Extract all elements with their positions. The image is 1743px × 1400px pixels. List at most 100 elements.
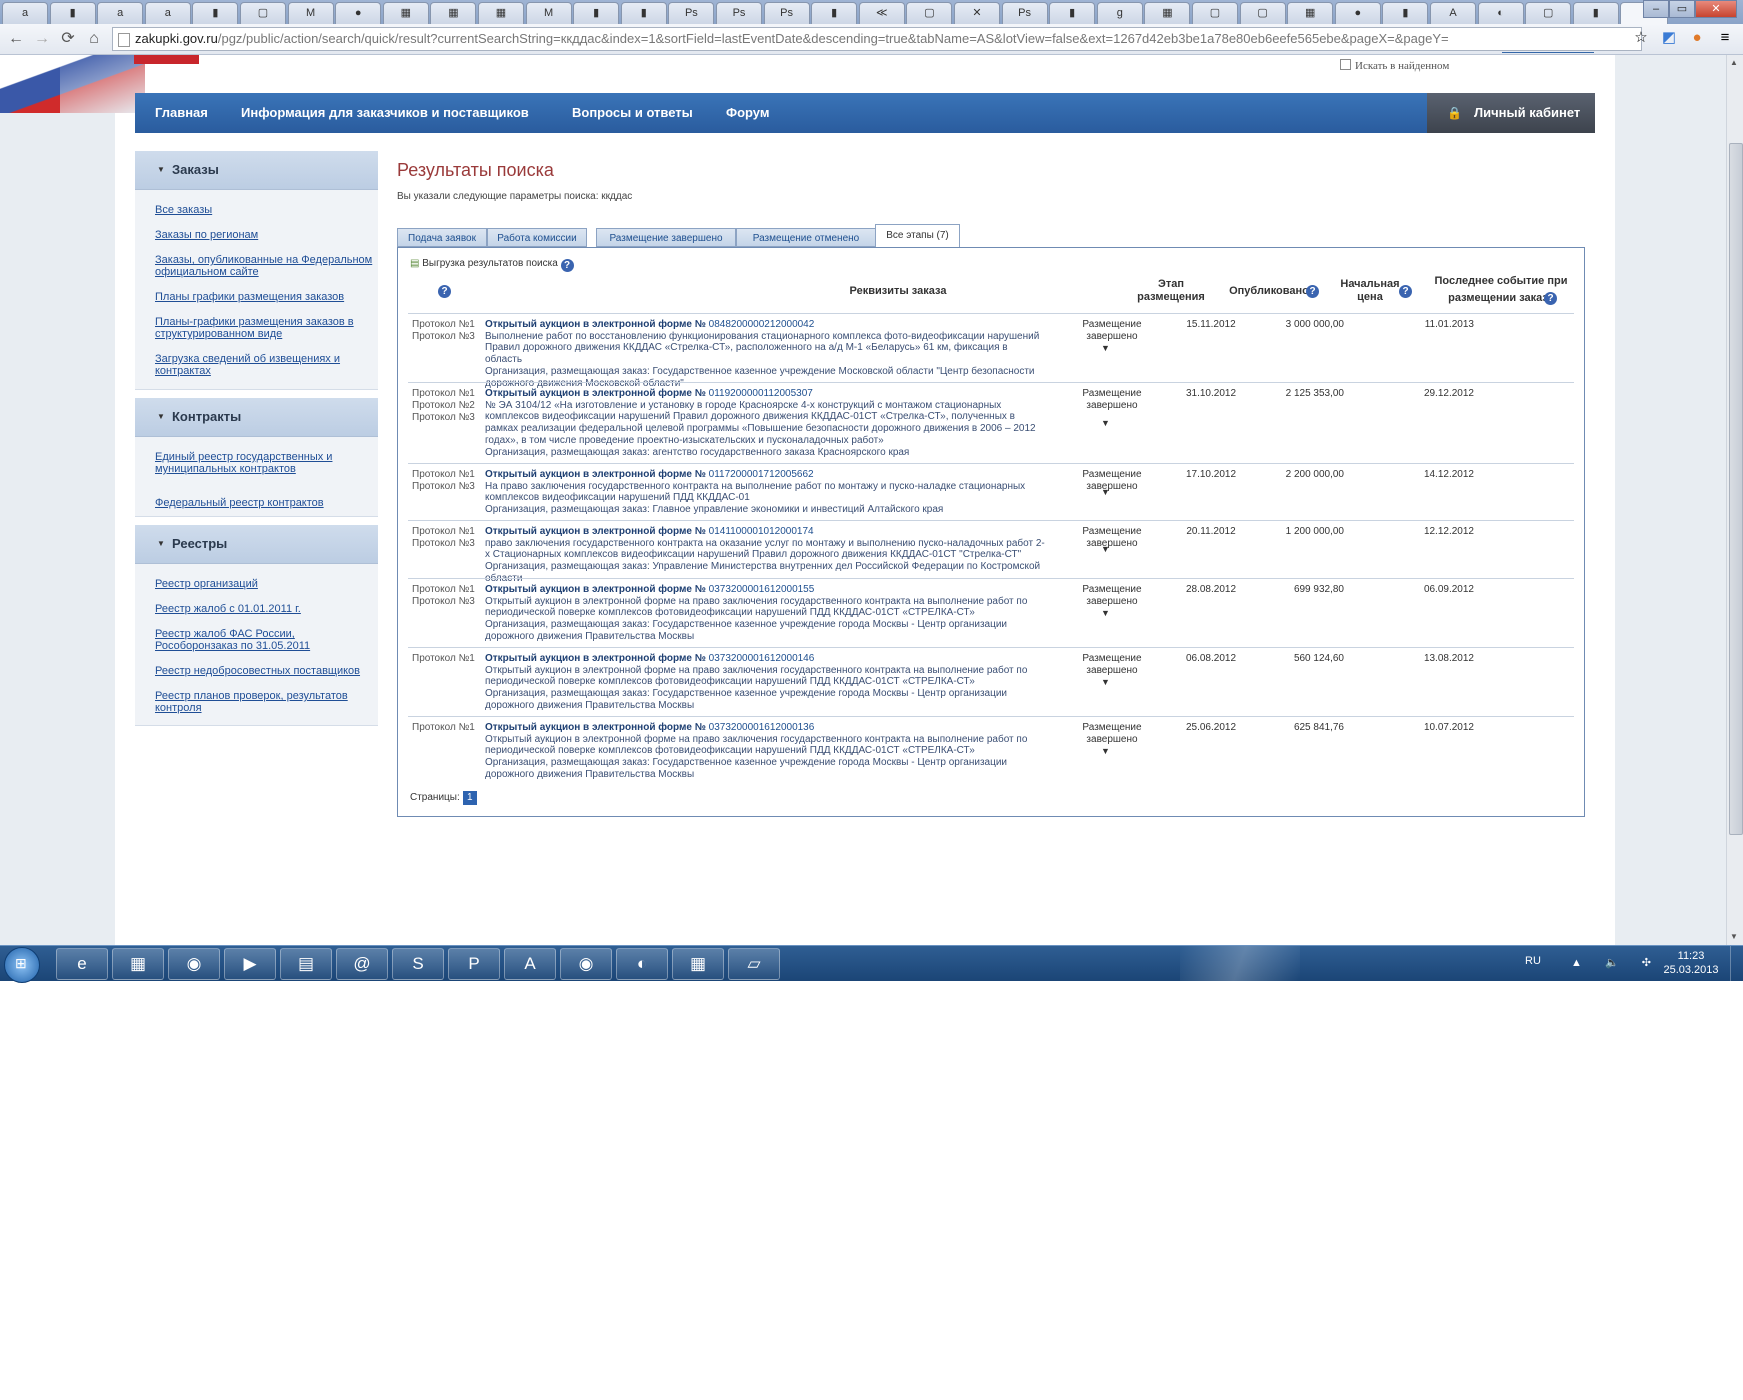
internet-explorer-icon[interactable]: e <box>56 948 108 980</box>
lot-link[interactable]: Открытый аукцион в электронной форме № 0… <box>485 584 1045 596</box>
browser-tab[interactable]: ▢ <box>1239 2 1286 24</box>
sidebar-link-fas-complaints-registry[interactable]: Реестр жалоб ФАС России, Рособоронзаказ … <box>155 628 377 652</box>
browser-tab[interactable]: Ps <box>668 2 715 24</box>
acrobat-icon[interactable]: A <box>504 948 556 980</box>
browser-tab[interactable]: ▮ <box>811 2 858 24</box>
browser-tab[interactable]: Ps <box>716 2 762 24</box>
browser-tab[interactable]: ▢ <box>1525 2 1572 24</box>
sidebar-orders-header[interactable]: ▼ Заказы <box>135 151 378 190</box>
sidebar-link-federal-orders[interactable]: Заказы, опубликованные на Федеральном оф… <box>155 254 377 278</box>
minimize-button[interactable]: – <box>1643 0 1669 18</box>
protocol-link[interactable]: Протокол №3 <box>412 481 475 493</box>
sidebar-link-upload-notices[interactable]: Загрузка сведений об извещениях и контра… <box>155 353 377 377</box>
help-icon[interactable]: ? <box>438 285 451 298</box>
sidebar-link-inspection-plans-registry[interactable]: Реестр планов проверок, результатов конт… <box>155 690 377 714</box>
protocol-link[interactable]: Протокол №1 <box>412 584 475 596</box>
browser-tab[interactable]: ● <box>1334 2 1381 24</box>
help-icon[interactable]: ? <box>1306 285 1319 298</box>
browser-tab[interactable]: ▦ <box>430 2 477 24</box>
browser-tab[interactable]: ▦ <box>1287 2 1334 24</box>
browser-tab[interactable]: ▮ <box>49 2 96 24</box>
orange-app-icon[interactable]: ◉ <box>560 948 612 980</box>
browser-tab[interactable]: ▢ <box>906 2 953 24</box>
protocol-link[interactable]: Протокол №3 <box>412 412 475 424</box>
page-number-button[interactable]: 1 <box>462 791 477 805</box>
browser-tab[interactable]: M <box>287 2 334 24</box>
browser-tab[interactable]: A <box>1430 2 1476 24</box>
personal-cabinet-button[interactable]: 🔒 Личный кабинет <box>1427 93 1595 133</box>
protocol-link[interactable]: Протокол №1 <box>412 319 475 331</box>
protocol-link[interactable]: Протокол №1 <box>412 722 475 734</box>
tab-cancelled[interactable]: Размещение отменено <box>736 228 876 247</box>
expand-chevron-icon[interactable]: ▼ <box>1101 746 1110 756</box>
site-logo[interactable] <box>134 55 199 64</box>
search-in-found-checkbox[interactable] <box>1340 59 1351 70</box>
menu-info[interactable]: Информация для заказчиков и поставщиков <box>241 93 529 133</box>
browser-tab[interactable]: ▮ <box>192 2 239 24</box>
browser-tab[interactable]: ▮ <box>1382 2 1429 24</box>
sidebar-contracts-header[interactable]: ▼ Контракты <box>135 398 378 437</box>
column-published[interactable]: Опубликовано <box>1224 285 1314 297</box>
expand-chevron-icon[interactable]: ▼ <box>1101 418 1110 428</box>
skype-icon[interactable]: S <box>392 948 444 980</box>
browser-tab[interactable]: ▦ <box>478 2 524 24</box>
help-icon[interactable]: ? <box>1399 285 1412 298</box>
reload-icon[interactable]: ⟳ <box>58 29 78 49</box>
mail-agent-icon[interactable]: @ <box>336 948 388 980</box>
home-icon[interactable]: ⌂ <box>84 29 104 49</box>
export-results-link[interactable]: ▤ Выгрузка результатов поиска ? <box>410 258 574 272</box>
tab-all-stages[interactable]: Все этапы (7) <box>875 224 960 249</box>
window-app-icon[interactable]: ▱ <box>728 948 780 980</box>
protocol-link[interactable]: Протокол №2 <box>412 400 475 412</box>
browser-tab[interactable]: ▦ <box>1144 2 1191 24</box>
browser-tab[interactable]: ▮ <box>1572 2 1619 24</box>
sidebar-link-federal-contract-registry[interactable]: Федеральный реестр контрактов <box>155 497 377 509</box>
show-desktop-button[interactable] <box>1730 946 1743 981</box>
media-app-icon[interactable]: ▦ <box>112 948 164 980</box>
browser-tab[interactable]: ✕ <box>954 2 1000 24</box>
sidebar-link-organizations-registry[interactable]: Реестр организаций <box>155 578 377 590</box>
browser-tab[interactable]: ≪ <box>858 2 905 24</box>
sidebar-link-unfair-suppliers-registry[interactable]: Реестр недобросовестных поставщиков <box>155 665 377 677</box>
scroll-up-arrow-icon[interactable]: ▲ <box>1730 58 1738 67</box>
sidebar-link-all-orders[interactable]: Все заказы <box>155 204 377 216</box>
protocol-link[interactable]: Протокол №1 <box>412 388 475 400</box>
file-explorer-icon[interactable]: ▤ <box>280 948 332 980</box>
browser-tab[interactable]: ▢ <box>1192 2 1238 24</box>
media-player-icon[interactable]: ▶ <box>224 948 276 980</box>
sidebar-link-unified-contract-registry[interactable]: Единый реестр государственных и муниципа… <box>155 451 377 475</box>
search-in-found-option[interactable]: Искать в найденном <box>1340 59 1449 72</box>
browser-tab[interactable]: ▦ <box>382 2 429 24</box>
protocol-link[interactable]: Протокол №3 <box>412 596 475 608</box>
clock[interactable]: 11:23 25.03.2013 <box>1653 949 1729 977</box>
browser-tab[interactable]: Ps <box>763 2 810 24</box>
browser-tab[interactable]: Ps <box>1001 2 1048 24</box>
sidebar-link-complaints-registry[interactable]: Реестр жалоб с 01.01.2011 г. <box>155 603 377 615</box>
browser-tab[interactable]: ▮ <box>620 2 667 24</box>
sidebar-registries-header[interactable]: ▼ Реестры <box>135 525 378 564</box>
protocol-link[interactable]: Протокол №3 <box>412 538 475 550</box>
browser-tab[interactable]: g <box>1096 2 1143 24</box>
browser-tab[interactable]: ▮ <box>1049 2 1096 24</box>
expand-chevron-icon[interactable]: ▼ <box>1101 608 1110 618</box>
protocol-link[interactable]: Протокол №1 <box>412 526 475 538</box>
menu-faq[interactable]: Вопросы и ответы <box>572 93 693 133</box>
translate-icon[interactable]: ◩ <box>1659 28 1679 48</box>
lot-link[interactable]: Открытый аукцион в электронной форме № 0… <box>485 469 1045 481</box>
maximize-button[interactable]: ▭ <box>1669 0 1695 18</box>
browser-tab[interactable]: a <box>2 2 48 24</box>
browser-tab[interactable]: a <box>97 2 144 24</box>
network-app-icon[interactable]: ◐ <box>616 948 668 980</box>
lot-link[interactable]: Открытый аукцион в электронной форме № 0… <box>485 388 1045 400</box>
close-window-button[interactable]: ✕ <box>1695 0 1737 18</box>
expand-chevron-icon[interactable]: ▼ <box>1101 343 1110 353</box>
protocol-link[interactable]: Протокол №1 <box>412 469 475 481</box>
sidebar-link-order-plans[interactable]: Планы графики размещения заказов <box>155 291 377 303</box>
address-bar[interactable]: zakupki.gov.ru/pgz/public/action/search/… <box>112 27 1642 51</box>
help-icon[interactable]: ? <box>1544 292 1557 305</box>
menu-wrench-icon[interactable]: ≡ <box>1715 28 1735 48</box>
lot-link[interactable]: Открытый аукцион в электронной форме № 0… <box>485 722 1045 734</box>
browser-tab[interactable]: a <box>144 2 191 24</box>
browser-tab[interactable]: ◐ <box>1477 2 1524 24</box>
scroll-down-arrow-icon[interactable]: ▼ <box>1730 932 1738 941</box>
